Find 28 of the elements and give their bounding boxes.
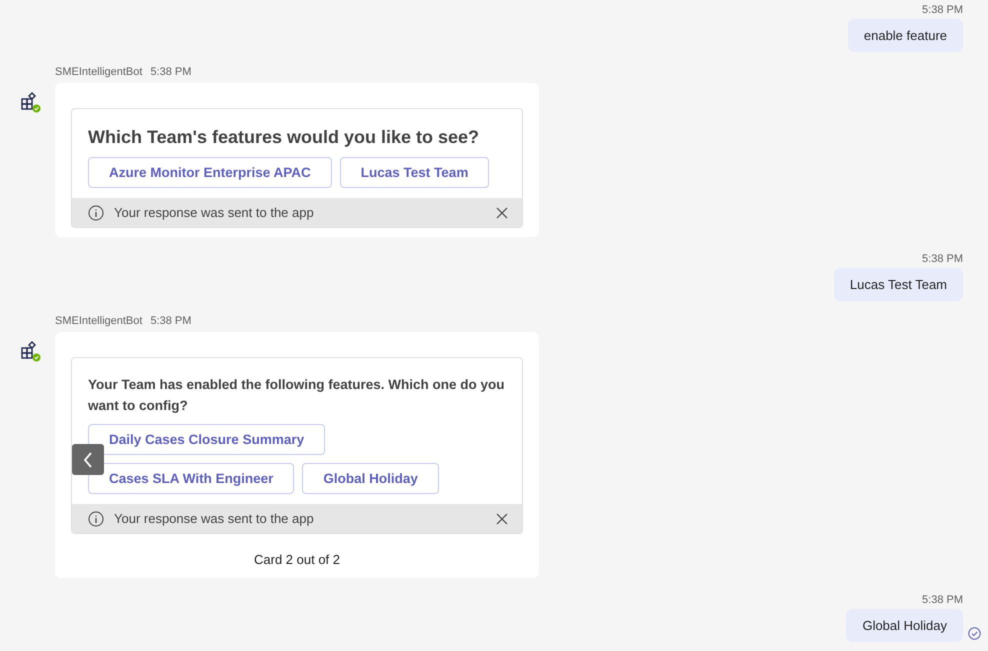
option-button[interactable]: Global Holiday xyxy=(302,463,439,494)
message-time: 5:38 PM xyxy=(150,66,192,78)
info-icon xyxy=(88,204,104,220)
previous-card-button[interactable] xyxy=(72,444,104,475)
message-time: 5:38 PM xyxy=(150,315,192,327)
notice-text: Your response was sent to the app xyxy=(114,205,315,220)
option-button[interactable]: Azure Monitor Enterprise APAC xyxy=(88,157,332,188)
sender-name: SMEIntelligentBot xyxy=(55,315,142,327)
card-prompt: Your Team has enabled the following features. Which one do you want to config? xyxy=(88,376,506,415)
message-bubble: Global Holiday xyxy=(846,609,963,642)
info-icon xyxy=(88,510,104,526)
chevron-left-icon xyxy=(82,450,94,468)
close-icon[interactable] xyxy=(496,512,508,524)
option-button[interactable]: Daily Cases Closure Summary xyxy=(88,424,326,455)
notice-text: Your response was sent to the app xyxy=(114,511,315,526)
option-button[interactable]: Cases SLA With Engineer xyxy=(88,463,294,494)
message-time: 5:38 PM xyxy=(922,4,963,16)
message-time: 5:38 PM xyxy=(922,594,963,606)
bot-avatar-icon xyxy=(20,92,42,114)
card-title: Which Team's features would you like to see? xyxy=(88,126,480,149)
message-time: 5:38 PM xyxy=(922,253,963,265)
option-button[interactable]: Lucas Test Team xyxy=(340,157,490,188)
message-bubble: Lucas Test Team xyxy=(834,268,963,301)
close-icon[interactable] xyxy=(496,206,508,218)
sender-name: SMEIntelligentBot xyxy=(55,66,142,78)
bot-avatar-icon xyxy=(20,341,42,363)
carousel-label: Card 2 out of 2 xyxy=(254,552,340,567)
message-bubble: enable feature xyxy=(848,19,963,52)
